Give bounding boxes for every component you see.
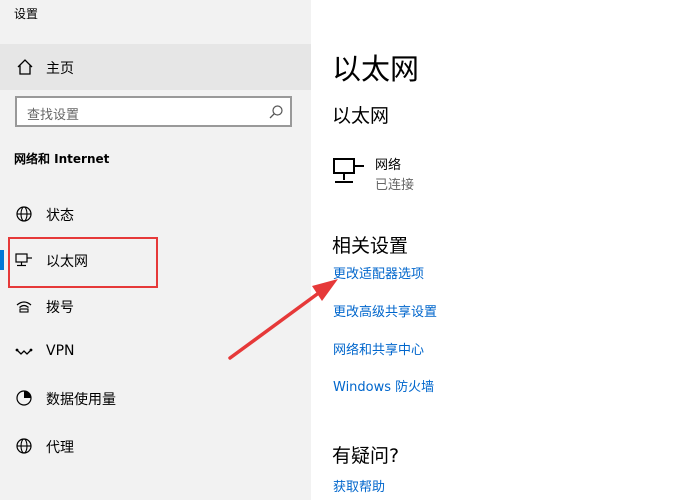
ethernet-network-icon [333, 158, 364, 183]
search-icon[interactable] [268, 104, 284, 120]
page-title: 以太网 [332, 52, 420, 86]
sidebar-item-label: 拨号 [46, 300, 74, 316]
sidebar: 设置 主页 查找设置 网络和 Internet 状态 以太网 拨号 VPN 数据… [0, 0, 311, 500]
network-status: 已连接 [375, 178, 415, 193]
get-help-link[interactable]: 获取帮助 [333, 476, 385, 495]
data-usage-icon [16, 390, 32, 406]
related-settings-title: 相关设置 [332, 235, 409, 257]
globe-icon [16, 206, 32, 222]
section-subtitle: 以太网 [332, 105, 390, 127]
change-adapter-options-link[interactable]: 更改适配器选项 [333, 263, 424, 282]
search-input[interactable]: 查找设置 [27, 104, 79, 123]
sidebar-item-vpn[interactable]: VPN [0, 330, 311, 374]
sidebar-item-label: VPN [46, 343, 75, 359]
sidebar-item-label: 代理 [46, 440, 74, 456]
annotation-highlight-box [8, 237, 158, 288]
sidebar-item-label: 状态 [46, 208, 74, 224]
help-title: 有疑问? [332, 445, 400, 467]
sidebar-item-proxy[interactable]: 代理 [0, 424, 311, 468]
selection-indicator [0, 250, 4, 270]
section-title: 网络和 Internet [14, 152, 110, 166]
proxy-globe-icon [16, 438, 32, 454]
sidebar-item-status[interactable]: 状态 [0, 192, 311, 236]
settings-window: 设置 主页 查找设置 网络和 Internet 状态 以太网 拨号 VPN 数据… [0, 0, 676, 500]
network-name[interactable]: 网络 [375, 154, 401, 173]
sidebar-item-data-usage[interactable]: 数据使用量 [0, 376, 311, 420]
network-sharing-center-link[interactable]: 网络和共享中心 [333, 339, 424, 358]
home-icon [17, 59, 33, 75]
vpn-icon [15, 348, 33, 355]
dialup-icon [16, 301, 32, 313]
sidebar-item-label: 数据使用量 [46, 392, 116, 408]
search-box[interactable]: 查找设置 [15, 96, 292, 127]
main-pane: 以太网 以太网 网络 已连接 相关设置 更改适配器选项 更改高级共享设置 网络和… [311, 0, 676, 500]
window-title: 设置 [14, 7, 39, 21]
sidebar-item-dialup[interactable]: 拨号 [0, 284, 311, 328]
home-nav-item[interactable]: 主页 [0, 44, 311, 90]
home-label: 主页 [46, 61, 74, 77]
windows-firewall-link[interactable]: Windows 防火墙 [333, 376, 434, 395]
advanced-sharing-settings-link[interactable]: 更改高级共享设置 [333, 301, 437, 320]
